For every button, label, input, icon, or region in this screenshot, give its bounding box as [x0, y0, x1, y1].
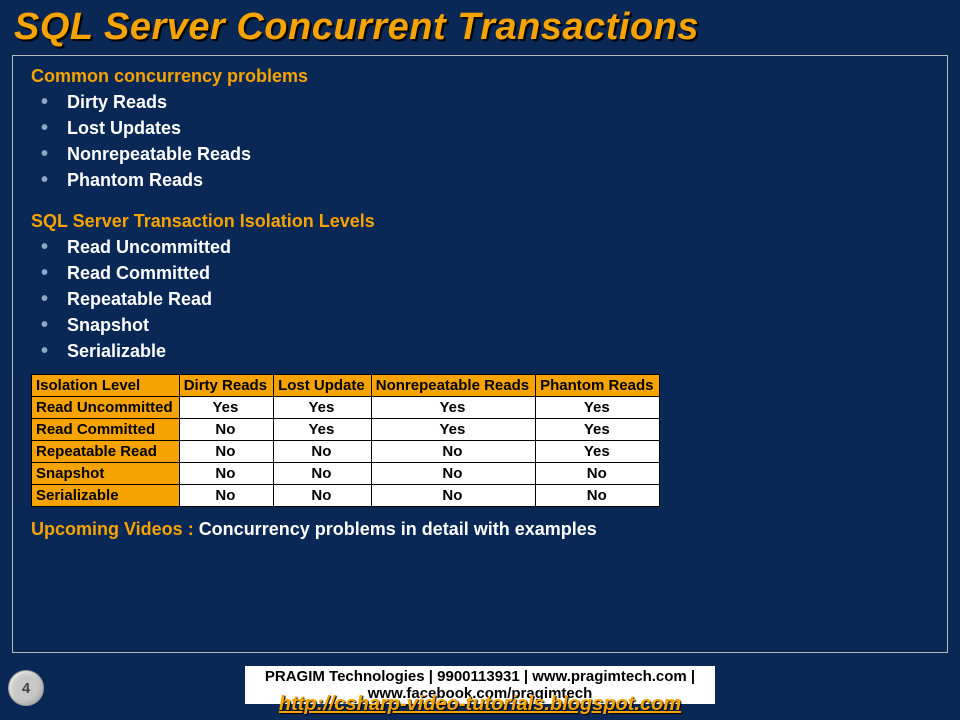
- list-item: Dirty Reads: [31, 89, 929, 115]
- table-rowhead: Serializable: [32, 485, 180, 507]
- list-item: Lost Updates: [31, 115, 929, 141]
- table-cell: No: [179, 441, 273, 463]
- list-item: Repeatable Read: [31, 286, 929, 312]
- table-header: Nonrepeatable Reads: [371, 375, 535, 397]
- section1-list: Dirty Reads Lost Updates Nonrepeatable R…: [31, 89, 929, 193]
- table-cell: No: [371, 485, 535, 507]
- table-cell: Yes: [371, 397, 535, 419]
- upcoming-text: Concurrency problems in detail with exam…: [199, 519, 597, 539]
- table-header: Phantom Reads: [536, 375, 660, 397]
- table-header: Isolation Level: [32, 375, 180, 397]
- table-cell: Yes: [179, 397, 273, 419]
- table-cell: No: [179, 419, 273, 441]
- table-rowhead: Snapshot: [32, 463, 180, 485]
- table-row: Repeatable Read No No No Yes: [32, 441, 660, 463]
- table-cell: No: [371, 441, 535, 463]
- table-cell: No: [536, 463, 660, 485]
- section1-heading: Common concurrency problems: [31, 66, 929, 87]
- table-cell: Yes: [536, 419, 660, 441]
- list-item: Snapshot: [31, 312, 929, 338]
- section2-list: Read Uncommitted Read Committed Repeatab…: [31, 234, 929, 364]
- table-cell: No: [274, 441, 372, 463]
- list-item: Read Committed: [31, 260, 929, 286]
- table-cell: Yes: [274, 397, 372, 419]
- table-cell: No: [179, 463, 273, 485]
- table-rowhead: Read Committed: [32, 419, 180, 441]
- content-box: Common concurrency problems Dirty Reads …: [12, 55, 948, 653]
- table-cell: No: [274, 463, 372, 485]
- table-cell: No: [274, 485, 372, 507]
- list-item: Read Uncommitted: [31, 234, 929, 260]
- table-rowhead: Read Uncommitted: [32, 397, 180, 419]
- table-row: Serializable No No No No: [32, 485, 660, 507]
- table-row: Snapshot No No No No: [32, 463, 660, 485]
- table-rowhead: Repeatable Read: [32, 441, 180, 463]
- list-item: Nonrepeatable Reads: [31, 141, 929, 167]
- table-row: Read Committed No Yes Yes Yes: [32, 419, 660, 441]
- list-item: Phantom Reads: [31, 167, 929, 193]
- footer: 4 PRAGIM Technologies | 9900113931 | www…: [0, 662, 960, 720]
- table-cell: Yes: [536, 441, 660, 463]
- table-cell: Yes: [274, 419, 372, 441]
- table-cell: No: [536, 485, 660, 507]
- table-row: Read Uncommitted Yes Yes Yes Yes: [32, 397, 660, 419]
- upcoming-videos: Upcoming Videos : Concurrency problems i…: [31, 519, 929, 540]
- section2-heading: SQL Server Transaction Isolation Levels: [31, 211, 929, 232]
- table-header-row: Isolation Level Dirty Reads Lost Update …: [32, 375, 660, 397]
- table-cell: Yes: [371, 419, 535, 441]
- list-item: Serializable: [31, 338, 929, 364]
- table-header: Lost Update: [274, 375, 372, 397]
- table-header: Dirty Reads: [179, 375, 273, 397]
- table-cell: No: [371, 463, 535, 485]
- isolation-table: Isolation Level Dirty Reads Lost Update …: [31, 374, 660, 507]
- upcoming-label: Upcoming Videos :: [31, 519, 199, 539]
- page-number-badge: 4: [8, 670, 44, 706]
- footer-link[interactable]: http://csharp-video-tutorials.blogspot.c…: [279, 693, 681, 716]
- table-cell: Yes: [536, 397, 660, 419]
- table-cell: No: [179, 485, 273, 507]
- slide-title: SQL Server Concurrent Transactions: [0, 0, 960, 51]
